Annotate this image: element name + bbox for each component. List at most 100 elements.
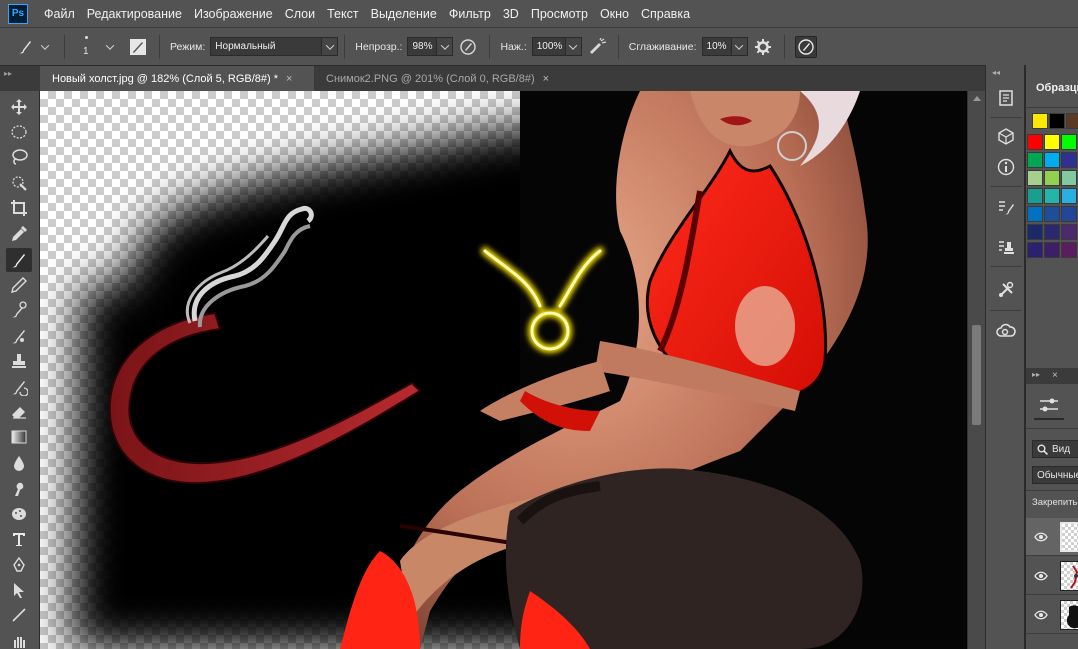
gradient-tool[interactable] <box>6 425 32 449</box>
sponge-tool[interactable] <box>6 502 32 526</box>
move-tool[interactable] <box>6 95 32 119</box>
color-swatch[interactable] <box>1044 188 1060 204</box>
brush-tool[interactable] <box>6 248 32 272</box>
3d-panel-button[interactable] <box>994 124 1018 148</box>
recent-swatch[interactable] <box>1032 113 1048 129</box>
document-canvas[interactable] <box>40 91 967 649</box>
lasso-tool[interactable] <box>6 145 32 169</box>
color-swatch[interactable] <box>1061 224 1077 240</box>
eyedropper-tool[interactable] <box>6 222 32 246</box>
recent-swatch[interactable] <box>1049 113 1065 129</box>
tab-screenshot2[interactable]: Снимок2.PNG @ 201% (Слой 0, RGB/8#) × <box>314 66 574 92</box>
type-tool[interactable] <box>6 527 32 551</box>
pencil-tool[interactable] <box>6 273 32 297</box>
eye-icon[interactable] <box>1034 531 1048 543</box>
quick-selection-tool[interactable] <box>6 171 32 195</box>
color-swatch[interactable] <box>1027 224 1043 240</box>
color-swatch[interactable] <box>1027 134 1043 150</box>
line-tool[interactable] <box>6 603 32 627</box>
opacity-input[interactable]: 98% <box>407 37 438 56</box>
recent-swatch[interactable] <box>1066 113 1078 129</box>
layer-row[interactable] <box>1026 518 1078 556</box>
menu-view[interactable]: Просмотр <box>525 7 594 21</box>
adjustments-tab[interactable] <box>1034 392 1064 420</box>
size-pressure-toggle[interactable] <box>794 35 817 58</box>
color-swatch[interactable] <box>1027 188 1043 204</box>
menu-edit[interactable]: Редактирование <box>81 7 188 21</box>
menu-image[interactable]: Изображение <box>188 7 279 21</box>
opacity-pressure-toggle[interactable] <box>457 36 479 58</box>
color-swatch[interactable] <box>1044 224 1060 240</box>
stamp-tool[interactable] <box>6 349 32 373</box>
menu-window[interactable]: Окно <box>594 7 635 21</box>
eraser-tool[interactable] <box>6 400 32 424</box>
tool-preset-picker[interactable] <box>14 36 36 58</box>
tab-new-canvas[interactable]: Новый холст.jpg @ 182% (Слой 5, RGB/8#) … <box>40 66 314 92</box>
menu-layers[interactable]: Слои <box>279 7 321 21</box>
close-icon[interactable]: × <box>543 73 549 85</box>
expand-arrows-icon[interactable]: ▸▸ <box>1032 370 1040 379</box>
color-swatch[interactable] <box>1061 152 1077 168</box>
opacity-dropdown[interactable] <box>437 37 454 56</box>
history-brush-tool[interactable] <box>6 375 32 399</box>
color-swatch[interactable] <box>1044 152 1060 168</box>
pressure-dropdown[interactable] <box>565 37 582 56</box>
pen-tool[interactable] <box>6 553 32 577</box>
scroll-up-arrow-icon[interactable] <box>973 96 981 101</box>
swatches-panel-title[interactable]: Образцы <box>1036 82 1078 94</box>
panel-grip-icon[interactable]: ▸▸ <box>4 69 12 78</box>
blend-mode-select[interactable]: Обычные <box>1032 466 1078 484</box>
crop-tool[interactable] <box>6 196 32 220</box>
color-swatch[interactable] <box>1061 206 1077 222</box>
menu-type[interactable]: Текст <box>321 7 364 21</box>
blur-tool[interactable] <box>6 451 32 475</box>
menu-select[interactable]: Выделение <box>365 7 443 21</box>
mode-dropdown[interactable] <box>322 37 339 56</box>
marquee-tool[interactable] <box>6 120 32 144</box>
color-swatch[interactable] <box>1044 170 1060 186</box>
color-swatch[interactable] <box>1044 206 1060 222</box>
info-panel-button[interactable] <box>994 155 1018 179</box>
menu-3d[interactable]: 3D <box>497 7 525 21</box>
libraries-panel-button[interactable] <box>994 319 1018 343</box>
menu-help[interactable]: Справка <box>635 7 696 21</box>
color-swatch[interactable] <box>1044 242 1060 258</box>
clone-stamp-tool[interactable] <box>6 324 32 348</box>
smudge-tool[interactable] <box>6 477 32 501</box>
color-swatch[interactable] <box>1027 170 1043 186</box>
scrollbar-thumb[interactable] <box>972 325 981 425</box>
menu-file[interactable]: Файл <box>38 7 81 21</box>
smoothing-dropdown[interactable] <box>731 37 748 56</box>
brush-size-picker[interactable]: 1 <box>71 32 107 62</box>
color-swatch[interactable] <box>1061 134 1077 150</box>
eye-icon[interactable] <box>1034 570 1048 582</box>
airbrush-toggle[interactable] <box>586 36 608 58</box>
chevron-down-icon[interactable] <box>40 40 50 50</box>
clone-source-button[interactable] <box>994 235 1018 259</box>
vertical-scrollbar[interactable] <box>967 91 985 649</box>
close-icon[interactable]: × <box>286 73 292 85</box>
hand-tool[interactable] <box>6 629 32 649</box>
tool-presets-button[interactable] <box>994 278 1018 302</box>
collapse-arrows-icon[interactable]: ◂◂ <box>992 68 1000 77</box>
mode-select[interactable]: Нормальный <box>210 37 323 56</box>
eye-icon[interactable] <box>1034 609 1048 621</box>
color-swatch[interactable] <box>1061 188 1077 204</box>
healing-brush-tool[interactable] <box>6 298 32 322</box>
layer-row[interactable] <box>1026 596 1078 634</box>
color-swatch[interactable] <box>1027 242 1043 258</box>
color-swatch[interactable] <box>1027 152 1043 168</box>
brush-settings-panel-toggle[interactable] <box>127 36 149 58</box>
photoshop-logo[interactable]: Ps <box>8 3 28 24</box>
chevron-down-icon[interactable] <box>105 40 115 50</box>
smoothing-input[interactable]: 10% <box>701 37 732 56</box>
pressure-input[interactable]: 100% <box>531 37 566 56</box>
layer-row[interactable] <box>1026 557 1078 595</box>
color-swatch[interactable] <box>1061 170 1077 186</box>
brush-presets-button[interactable] <box>994 195 1018 219</box>
smoothing-options-button[interactable] <box>752 36 774 58</box>
layers-panel-header[interactable]: ▸▸ × <box>1026 368 1078 384</box>
path-selection-tool[interactable] <box>6 578 32 602</box>
layer-filter-select[interactable]: Вид <box>1032 440 1078 458</box>
close-icon[interactable]: × <box>1052 370 1058 381</box>
